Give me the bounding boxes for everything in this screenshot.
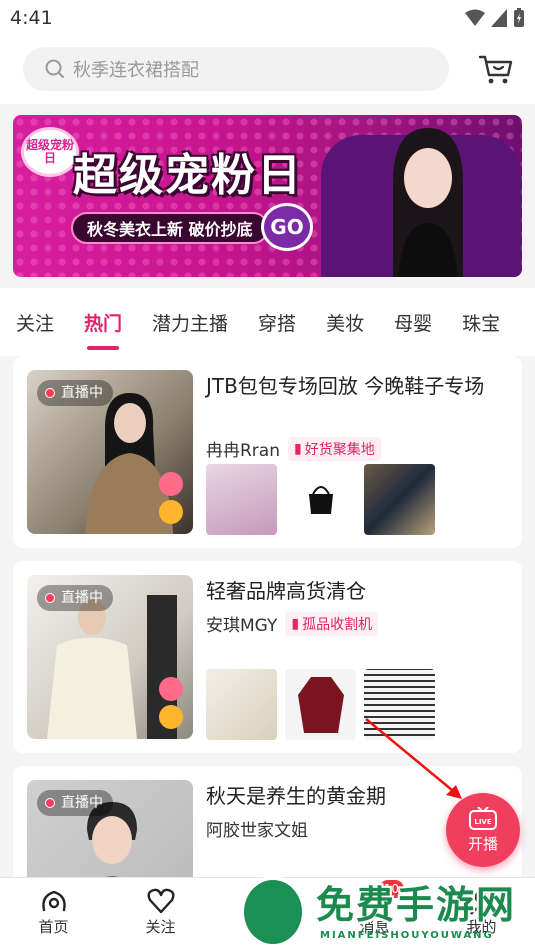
jacket-icon (297, 676, 344, 733)
live-card[interactable]: 直播中 JTB包包专场回放 今晚鞋子专场 冉冉Rran ▮ 好货聚集地 (13, 356, 522, 548)
live-dot-icon (45, 798, 55, 808)
tab-hot[interactable]: 热门 (69, 309, 137, 336)
live-dot-icon (45, 388, 55, 398)
banner-title: 超级宠粉日 (73, 150, 303, 201)
status-icons (465, 8, 525, 28)
svg-text:LIVE: LIVE (474, 818, 491, 826)
wifi-icon (465, 9, 485, 26)
banner-model-image (393, 128, 463, 277)
status-bar: 4:41 (0, 0, 535, 36)
tab-outfit[interactable]: 穿搭 (243, 309, 311, 336)
cart-icon[interactable] (478, 51, 514, 87)
live-thumbnail[interactable]: 直播中 (27, 370, 193, 534)
thumbnail-reactions (159, 677, 183, 729)
host-info: 冉冉Rran ▮ 好货聚集地 (206, 436, 381, 461)
host-name: 阿胶世家文姐 (206, 821, 308, 841)
host-info: 阿胶世家文姐 (206, 816, 308, 841)
live-status-badge: 直播中 (37, 790, 113, 816)
product-thumbnail[interactable] (285, 669, 356, 740)
product-thumbnail[interactable] (364, 464, 435, 535)
home-icon (41, 890, 66, 912)
search-input[interactable]: 秋季连衣裙搭配 (23, 47, 449, 91)
live-tv-icon: LIVE (469, 806, 497, 830)
heart-icon (159, 472, 183, 496)
host-name: 冉冉Rran (206, 441, 280, 461)
tab-follow[interactable]: 关注 (0, 309, 69, 336)
product-thumbnail[interactable] (285, 464, 356, 535)
nav-follow[interactable]: 关注 (107, 878, 214, 952)
nav-mine-label: 我的 (466, 918, 497, 936)
live-title: JTB包包专场回放 今晚鞋子专场 (206, 374, 485, 398)
heart-outline-icon (146, 888, 175, 914)
start-live-label: 开播 (467, 834, 498, 853)
product-thumbnail[interactable] (206, 464, 277, 535)
nav-home-label: 首页 (38, 918, 69, 936)
host-name: 安琪MGY (206, 616, 278, 636)
tab-beauty[interactable]: 美妆 (311, 309, 379, 336)
live-status-badge: 直播中 (37, 585, 113, 611)
bookmark-icon: ▮ (291, 615, 300, 632)
nav-follow-label: 关注 (145, 918, 176, 936)
live-thumbnail[interactable]: 直播中 (27, 780, 193, 886)
message-count-badge: 10 (378, 880, 405, 898)
banner-subtitle: 秋冬美衣上新 破价抄底 (71, 212, 269, 244)
banner-go-button[interactable]: GO (261, 203, 313, 251)
nav-messages-label: 消息 (359, 918, 390, 936)
nav-live[interactable] (214, 878, 321, 952)
host-tag: ▮ 孤品收割机 (285, 611, 379, 636)
bottom-nav: 首页 关注 10 消息 我的 (0, 877, 535, 952)
battery-icon (514, 8, 524, 27)
like-icon (159, 705, 183, 729)
search-placeholder: 秋季连衣裙搭配 (73, 60, 199, 81)
like-icon (159, 500, 183, 524)
start-live-button[interactable]: LIVE 开播 (446, 793, 520, 867)
nav-mine[interactable]: 我的 (428, 878, 535, 952)
bookmark-icon: ▮ (294, 440, 302, 457)
gift-icon (256, 896, 279, 914)
promo-banner[interactable]: 超级宠粉日 超级宠粉日 秋冬美衣上新 破价抄底 GO (13, 115, 522, 277)
nav-messages[interactable]: 10 消息 (321, 878, 428, 952)
tab-jewelry[interactable]: 珠宝 (447, 309, 515, 336)
product-thumbnail[interactable] (206, 669, 277, 740)
nav-home[interactable]: 首页 (0, 878, 107, 952)
status-time: 4:41 (10, 7, 53, 29)
category-tabs: 关注 热门 潜力主播 穿搭 美妆 母婴 珠宝 (0, 288, 535, 356)
live-dot-icon (45, 593, 55, 603)
live-title: 轻奢品牌高货清仓 (206, 579, 366, 603)
tab-potential-anchor[interactable]: 潜力主播 (137, 309, 243, 336)
profile-icon (469, 889, 494, 915)
search-bar: 秋季连衣裙搭配 (0, 36, 535, 104)
handbag-icon (308, 485, 333, 514)
annotation-arrow (365, 718, 462, 799)
live-thumbnail[interactable]: 直播中 (27, 575, 193, 739)
heart-icon (159, 677, 183, 701)
host-tag: ▮ 好货聚集地 (288, 436, 381, 461)
host-info: 安琪MGY ▮ 孤品收割机 (206, 611, 379, 636)
banner-badge: 超级宠粉日 (21, 127, 79, 177)
tab-baby[interactable]: 母婴 (379, 309, 447, 336)
live-status-badge: 直播中 (37, 380, 113, 406)
product-list (206, 464, 435, 535)
search-icon (45, 59, 64, 78)
signal-icon (491, 9, 507, 27)
model-figure (47, 595, 177, 739)
thumbnail-reactions (159, 472, 183, 524)
